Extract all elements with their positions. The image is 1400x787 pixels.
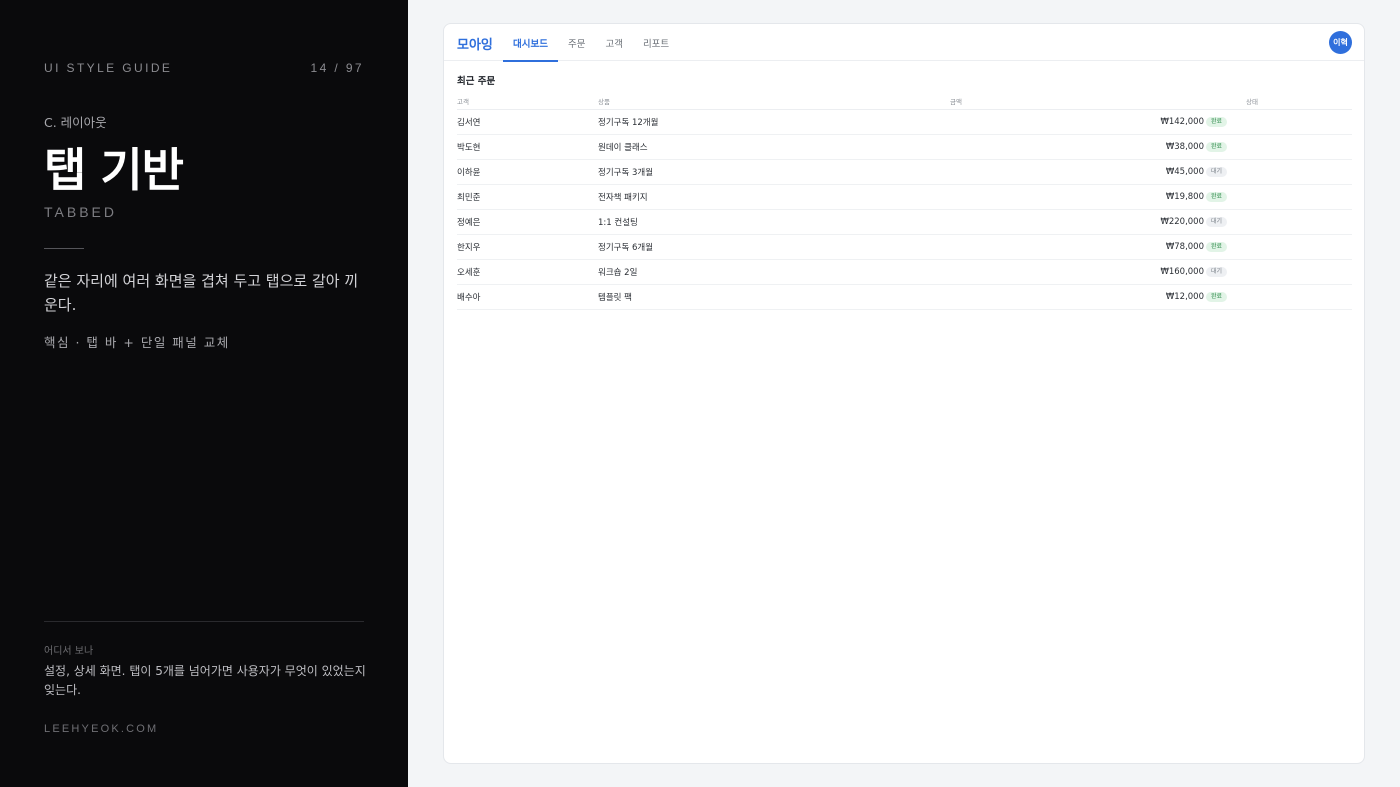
page-subtitle: TABBED — [44, 204, 117, 220]
page-counter: 14 / 97 — [310, 61, 364, 75]
where-label: 어디서 보나 — [44, 646, 94, 657]
cell-product: 정기구독 12개월 — [598, 109, 950, 135]
column-header-customer: 고객 — [457, 93, 598, 110]
cell-amount: ₩19,800 — [950, 184, 1204, 210]
cell-product: 원데이 클래스 — [598, 134, 950, 160]
table-row[interactable]: 최민준 전자책 패키지 ₩19,800 완료 — [457, 184, 1352, 210]
cell-customer: 오세훈 — [457, 259, 598, 285]
status-badge: 완료 — [1206, 242, 1228, 252]
cell-customer: 박도현 — [457, 134, 598, 160]
orders-table: 고객 상품 금액 상태 김서연 정기구독 12개월 ₩142,000 완료 박도현 원데이… — [457, 93, 1352, 310]
cell-amount: ₩142,000 — [950, 109, 1204, 135]
cell-amount: ₩12,000 — [950, 284, 1204, 310]
recent-orders-title: 최근 주문 — [457, 76, 496, 87]
cell-customer: 이하윤 — [457, 159, 598, 185]
cell-status: 대기 — [1204, 259, 1352, 285]
table-row[interactable]: 이하윤 정기구독 3개월 ₩45,000 대기 — [457, 159, 1352, 185]
cell-product: 1:1 컨설팅 — [598, 209, 950, 235]
cell-amount: ₩38,000 — [950, 134, 1204, 160]
top-bar: 모아잉 대시보드 주문 고객 리포트 이혁 — [444, 24, 1364, 62]
cell-product: 전자책 패키지 — [598, 184, 950, 210]
table-row[interactable]: 한지우 정기구독 6개월 ₩78,000 완료 — [457, 234, 1352, 260]
column-header-status: 상태 — [1204, 93, 1352, 110]
brand-logo[interactable]: 모아잉 — [457, 34, 493, 53]
tab-bar: 대시보드 주문 고객 리포트 — [503, 24, 679, 62]
cell-product: 정기구독 6개월 — [598, 234, 950, 260]
table-row[interactable]: 정예은 1:1 컨설팅 ₩220,000 대기 — [457, 209, 1352, 235]
table-header-row: 고객 상품 금액 상태 — [457, 93, 1352, 110]
site-footer: LEEHYEOK.COM — [44, 723, 159, 735]
column-header-amount: 금액 — [950, 93, 1204, 110]
cell-status: 완료 — [1204, 234, 1352, 260]
status-badge: 완료 — [1206, 117, 1228, 127]
guide-eyebrow: UI STYLE GUIDE — [44, 61, 173, 75]
page-title: 탭 기반 — [44, 143, 184, 197]
table-row[interactable]: 오세훈 워크숍 2일 ₩160,000 대기 — [457, 259, 1352, 285]
app-window: 모아잉 대시보드 주문 고객 리포트 이혁 최근 주문 고객 상품 금액 상태 — [443, 23, 1365, 764]
guide-header: UI STYLE GUIDE 14 / 97 — [44, 61, 364, 75]
tab-dashboard[interactable]: 대시보드 — [503, 24, 558, 62]
section-label: C. 레이아웃 — [44, 115, 107, 130]
status-badge: 완료 — [1206, 142, 1228, 152]
status-badge: 대기 — [1206, 267, 1228, 277]
cell-amount: ₩45,000 — [950, 159, 1204, 185]
cell-status: 완료 — [1204, 284, 1352, 310]
cell-status: 대기 — [1204, 209, 1352, 235]
core-summary: 핵심 · 탭 바 + 단일 패널 교체 — [44, 335, 230, 350]
cell-product: 템플릿 팩 — [598, 284, 950, 310]
status-badge: 대기 — [1206, 167, 1228, 177]
cell-customer: 배수아 — [457, 284, 598, 310]
cell-customer: 김서연 — [457, 109, 598, 135]
tab-orders[interactable]: 주문 — [558, 24, 595, 61]
table-row[interactable]: 배수아 템플릿 팩 ₩12,000 완료 — [457, 284, 1352, 310]
table-row[interactable]: 박도현 원데이 클래스 ₩38,000 완료 — [457, 134, 1352, 160]
divider-short — [44, 248, 84, 249]
tab-reports[interactable]: 리포트 — [633, 24, 679, 61]
column-header-product: 상품 — [598, 93, 950, 110]
cell-product: 정기구독 3개월 — [598, 159, 950, 185]
tab-customers[interactable]: 고객 — [595, 24, 632, 61]
cell-customer: 정예은 — [457, 209, 598, 235]
tab-panel: 최근 주문 고객 상품 금액 상태 김서연 정기구독 12개월 ₩142,000 완료… — [444, 61, 1364, 310]
cell-customer: 한지우 — [457, 234, 598, 260]
page-description: 같은 자리에 여러 화면을 겹쳐 두고 탭으로 갈아 끼운다. — [44, 272, 359, 314]
status-badge: 완료 — [1206, 292, 1228, 302]
status-badge: 완료 — [1206, 192, 1228, 202]
cell-product: 워크숍 2일 — [598, 259, 950, 285]
cell-status: 완료 — [1204, 109, 1352, 135]
status-badge: 대기 — [1206, 217, 1228, 227]
avatar[interactable]: 이혁 — [1329, 31, 1352, 54]
orders-table-body: 김서연 정기구독 12개월 ₩142,000 완료 박도현 원데이 클래스 ₩38,000 완… — [457, 109, 1352, 310]
cell-customer: 최민준 — [457, 184, 598, 210]
cell-status: 대기 — [1204, 159, 1352, 185]
guide-panel: UI STYLE GUIDE 14 / 97 C. 레이아웃 탭 기반 TABB… — [0, 0, 408, 787]
cell-status: 완료 — [1204, 184, 1352, 210]
table-row[interactable]: 김서연 정기구독 12개월 ₩142,000 완료 — [457, 109, 1352, 135]
divider-long — [44, 621, 364, 622]
cell-amount: ₩220,000 — [950, 209, 1204, 235]
cell-amount: ₩160,000 — [950, 259, 1204, 285]
where-text: 설정, 상세 화면. 탭이 5개를 넘어가면 사용자가 무엇이 있었는지 잊는다… — [44, 664, 366, 697]
cell-status: 완료 — [1204, 134, 1352, 160]
cell-amount: ₩78,000 — [950, 234, 1204, 260]
